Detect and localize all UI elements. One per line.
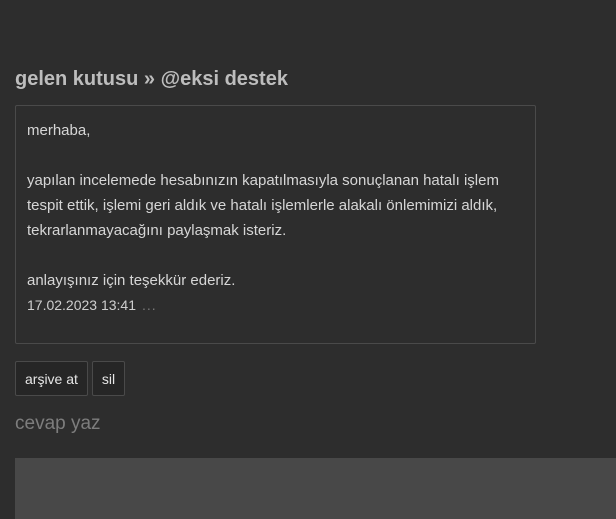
- reply-heading: cevap yaz: [15, 413, 101, 434]
- message-meta: 17.02.2023 13:41...: [27, 297, 524, 313]
- message-body-line: yapılan incelemede hesabınızın kapatılma…: [27, 172, 499, 189]
- delete-button[interactable]: sil: [91, 361, 126, 396]
- message-greeting: merhaba,: [27, 122, 91, 139]
- message-body-line: tespit ettik, işlemi geri aldık ve hatal…: [27, 197, 498, 214]
- message-body-line: tekrarlanmayacağını paylaşmak isteriz.: [27, 222, 287, 239]
- page-title: gelen kutusu » @eksi destek: [15, 68, 288, 90]
- message-actions: arşive at sil: [15, 361, 126, 396]
- archive-button[interactable]: arşive at: [15, 361, 88, 396]
- page: gelen kutusu » @eksi destek merhaba, yap…: [0, 0, 616, 519]
- reply-textarea[interactable]: [15, 458, 616, 519]
- more-options-icon[interactable]: ...: [142, 297, 157, 313]
- message-card: merhaba, yapılan incelemede hesabınızın …: [15, 105, 536, 344]
- message-closing: anlayışınız için teşekkür ederiz.: [27, 272, 236, 289]
- message-timestamp[interactable]: 17.02.2023 13:41: [27, 297, 136, 313]
